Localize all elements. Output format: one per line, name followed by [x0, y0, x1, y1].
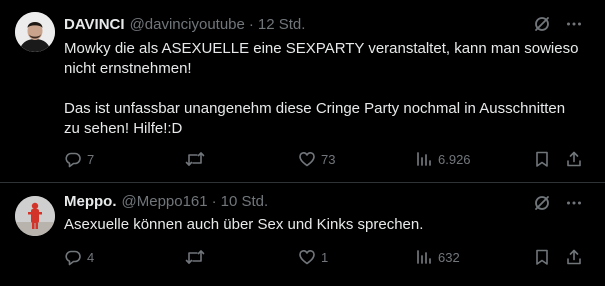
display-name[interactable]: Meppo.	[64, 193, 117, 210]
timestamp[interactable]: 12 Std.	[258, 16, 306, 33]
avatar[interactable]	[15, 196, 55, 236]
share-upload-icon	[565, 248, 583, 266]
views-count: 632	[438, 249, 460, 265]
heart-icon	[298, 248, 316, 266]
share-upload-icon	[565, 150, 583, 168]
heart-icon	[298, 150, 316, 168]
views-bars-icon	[415, 150, 433, 168]
bookmark-button[interactable]	[533, 149, 551, 169]
reply-button[interactable]: 7	[64, 149, 94, 169]
tweet-text: Asexuelle können auch über Sex und Kinks…	[64, 215, 583, 235]
tweet-top-actions	[533, 15, 583, 33]
bookmark-icon	[533, 150, 551, 168]
retweet-arrows-icon	[185, 150, 205, 168]
views-count: 6.926	[438, 151, 471, 167]
separator-dot: ·	[211, 192, 217, 210]
like-count: 73	[321, 151, 336, 167]
retweet-button[interactable]	[185, 247, 210, 267]
more-dots-icon[interactable]	[565, 194, 583, 212]
views-button[interactable]: 6.926	[415, 149, 471, 169]
display-name[interactable]: DAVINCI	[64, 16, 125, 33]
tweet[interactable]: Meppo. @Meppo161 · 10 Std. Asexuelle kön…	[0, 183, 605, 286]
user-handle[interactable]: @Meppo161	[122, 193, 208, 210]
tweet-actions: 7 73 6.926	[64, 149, 583, 169]
tweet-paragraph: Das ist unfassbar unangenehm diese Cring…	[64, 100, 566, 137]
tweet-paragraph: Mowky die als ASEXUELLE eine SEXPARTY ve…	[64, 40, 579, 77]
tweet-header: DAVINCI @davinciyoutube · 12 Std.	[64, 14, 545, 34]
grok-slash-circle-icon[interactable]	[533, 194, 551, 212]
views-bars-icon	[415, 248, 433, 266]
views-button[interactable]: 632	[415, 247, 460, 267]
retweet-arrows-icon	[185, 248, 205, 266]
timestamp[interactable]: 10 Std.	[221, 193, 269, 210]
reply-bubble-icon	[64, 150, 82, 168]
user-handle[interactable]: @davinciyoutube	[130, 16, 245, 33]
like-button[interactable]: 73	[298, 149, 335, 169]
tweet-top-actions	[533, 194, 583, 212]
reply-count: 4	[87, 249, 95, 265]
bookmark-icon	[533, 248, 551, 266]
tweet-text: Mowky die als ASEXUELLE eine SEXPARTY ve…	[64, 39, 583, 139]
more-dots-icon[interactable]	[565, 15, 583, 33]
tweet-paragraph: Asexuelle können auch über Sex und Kinks…	[64, 216, 424, 233]
tweet-header: Meppo. @Meppo161 · 10 Std.	[64, 191, 545, 211]
like-button[interactable]: 1	[298, 247, 328, 267]
profile-photo-icon	[15, 196, 55, 236]
separator-dot: ·	[248, 15, 254, 33]
profile-photo-icon	[15, 12, 55, 52]
share-button[interactable]	[565, 149, 583, 169]
retweet-button[interactable]	[185, 149, 210, 169]
reply-bubble-icon	[64, 248, 82, 266]
tweet-actions: 4 1 632	[64, 247, 583, 267]
reply-button[interactable]: 4	[64, 247, 94, 267]
avatar[interactable]	[15, 12, 55, 52]
grok-slash-circle-icon[interactable]	[533, 15, 551, 33]
share-button[interactable]	[565, 247, 583, 267]
like-count: 1	[321, 249, 329, 265]
tweet[interactable]: DAVINCI @davinciyoutube · 12 Std. Mowky …	[0, 0, 605, 183]
reply-count: 7	[87, 151, 95, 167]
bookmark-button[interactable]	[533, 247, 551, 267]
